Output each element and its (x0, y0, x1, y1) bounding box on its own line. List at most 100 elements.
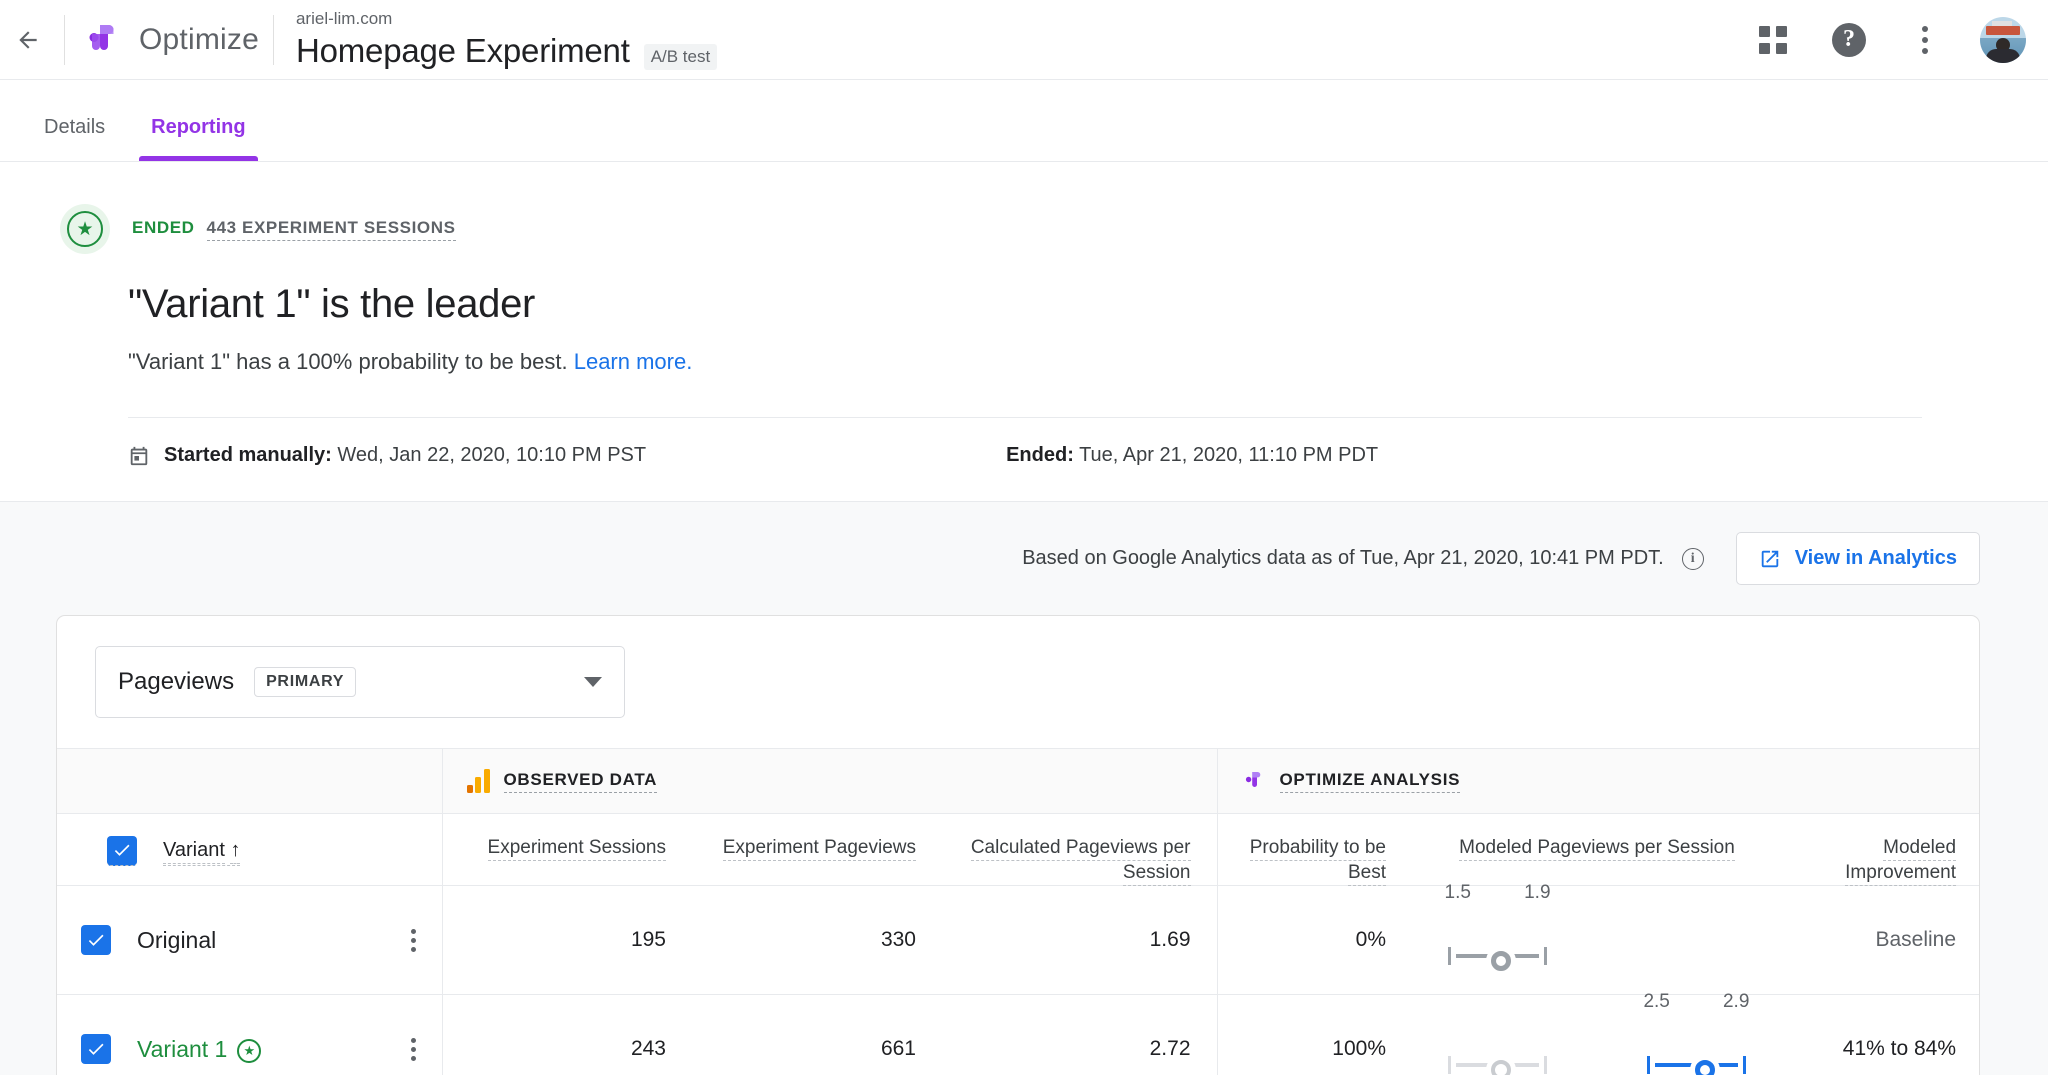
confidence-interval-chart: 2.5 2.9 (1643, 991, 1749, 1075)
row-more-vert-icon[interactable] (403, 1030, 424, 1069)
row-more-vert-icon[interactable] (403, 921, 424, 960)
cell-modeled-interval: 1.5 1.9 (1412, 882, 1782, 995)
ci-cap-right (1544, 1056, 1548, 1075)
report-section: Based on Google Analytics data as of Tue… (0, 502, 2048, 1075)
ended-value: Tue, Apr 21, 2020, 11:10 PM PDT (1079, 444, 1379, 466)
col-probability-best[interactable]: Probability to be Best (1216, 813, 1412, 886)
tab-details[interactable]: Details (32, 116, 117, 161)
col-modeled-improvement[interactable]: Modeled Improvement (1782, 814, 1979, 886)
status-badge: ENDED (132, 217, 195, 237)
col-experiment-pageviews[interactable]: Experiment Pageviews (692, 814, 942, 886)
open-in-new-icon (1761, 550, 1778, 567)
status-row: ★ ENDED 443 EXPERIMENT SESSIONS (60, 204, 1922, 254)
primary-badge: PRIMARY (254, 667, 357, 697)
row-checkbox[interactable] (81, 1034, 111, 1065)
cell-probability-best: 100% (1216, 994, 1412, 1075)
cell-calculated-pvps: 1.69 (942, 885, 1217, 995)
report-actions: Based on Google Analytics data as of Tue… (0, 502, 2048, 585)
header-divider-1 (64, 14, 65, 65)
site-url: ariel-lim.com (295, 9, 393, 29)
cell-modeled-improvement: 41% to 84% (1782, 994, 1979, 1075)
cell-experiment-sessions: 195 (441, 885, 692, 995)
cell-experiment-sessions: 243 (441, 994, 692, 1075)
ci-cap-left (1646, 1056, 1650, 1075)
metric-select[interactable]: Pageviews PRIMARY (95, 646, 625, 718)
metric-bar: Pageviews PRIMARY (57, 616, 1979, 748)
select-all-checkbox[interactable] (107, 836, 137, 866)
experiment-title-block: ariel-lim.com Homepage Experiment A/B te… (295, 9, 718, 70)
metric-name: Pageviews (118, 668, 235, 695)
ci-high-label: 1.9 (1524, 882, 1551, 904)
ci-low-label: 1.5 (1444, 882, 1471, 904)
more-vert-icon (1922, 25, 1928, 54)
view-in-analytics-label: View in Analytics (1794, 547, 1957, 569)
ended-date: Ended: Tue, Apr 21, 2020, 11:10 PM PDT (1006, 444, 1378, 467)
header-actions: ? (1752, 16, 2048, 63)
cell-calculated-pvps: 2.72 (942, 994, 1217, 1075)
col-variant-label: Variant ↑ (163, 837, 241, 866)
row-name-cell: Variant 1 ★ (57, 994, 442, 1075)
leader-headline: "Variant 1" is the leader (128, 282, 536, 326)
variant-name: Variant 1 ★ (137, 1036, 262, 1063)
learn-more-link[interactable]: Learn more. (574, 349, 693, 374)
col-variant[interactable]: Variant ↑ (57, 814, 442, 886)
confidence-interval-chart: 1.5 1.9 (1445, 882, 1551, 977)
table-group-row: OBSERVED DATA OPTIMIZE ANALYSIS (57, 748, 1979, 814)
row-checkbox[interactable] (81, 925, 111, 956)
ended-label: Ended: (1006, 444, 1074, 466)
apps-button[interactable] (1752, 19, 1794, 61)
group-observed-data: OBSERVED DATA (441, 748, 1217, 814)
help-icon: ? (1832, 22, 1866, 57)
brand-name: Optimize (139, 22, 259, 56)
more-options-button[interactable] (1904, 19, 1946, 61)
optimize-logo-icon (1245, 772, 1260, 787)
help-button[interactable]: ? (1828, 19, 1870, 61)
results-card: Pageviews PRIMARY OBSERVED DATA OPTIMIZE… (56, 615, 1980, 1075)
col-experiment-sessions[interactable]: Experiment Sessions (441, 813, 692, 886)
info-icon[interactable]: i (1681, 547, 1704, 570)
optimize-logo-icon (89, 24, 114, 50)
avatar-detail-2 (1986, 25, 2020, 35)
started-date: Started manually: Wed, Jan 22, 2020, 10:… (128, 444, 646, 467)
row-name-cell: Original (57, 885, 442, 995)
experiment-sessions-label[interactable]: 443 EXPERIMENT SESSIONS (206, 218, 456, 241)
table-row: Original 195 330 1.69 0% 1.5 1.9 Baselin… (57, 882, 1979, 995)
data-source-note: Based on Google Analytics data as of Tue… (1022, 547, 1664, 569)
date-row: Started manually: Wed, Jan 22, 2020, 10:… (128, 418, 1922, 501)
ci-cap-left (1447, 1056, 1451, 1075)
sort-ascending-icon: ↑ (230, 838, 241, 864)
star-ring: ★ (67, 211, 103, 247)
col-calculated-pvps[interactable]: Calculated Pageviews per Session (942, 814, 1217, 886)
group-analysis-label[interactable]: OPTIMIZE ANALYSIS (1279, 770, 1461, 793)
chevron-down-icon (584, 677, 602, 687)
leader-subline: "Variant 1" has a 100% probability to be… (128, 349, 1922, 375)
cell-modeled-improvement: Baseline (1782, 885, 1979, 995)
ci-high-label: 2.9 (1722, 991, 1750, 1013)
star-badge-icon: ★ (237, 1038, 262, 1063)
group-optimize-analysis: OPTIMIZE ANALYSIS (1216, 748, 1979, 814)
brand-block[interactable]: Optimize (83, 20, 259, 60)
ci-cap-right (1743, 1056, 1747, 1075)
page-title: Homepage Experiment (295, 31, 630, 69)
calendar-icon (128, 445, 150, 467)
apps-grid-icon (1759, 25, 1787, 54)
experiment-summary: ★ ENDED 443 EXPERIMENT SESSIONS "Variant… (0, 162, 2048, 502)
leader-subline-text: "Variant 1" has a 100% probability to be… (128, 349, 568, 374)
ci-cap-right (1544, 947, 1548, 966)
cell-modeled-interval: 2.5 2.9 (1412, 991, 1782, 1075)
google-analytics-icon (466, 769, 490, 793)
tab-bar: Details Reporting (0, 80, 2048, 162)
ci-mean-dot (1690, 1055, 1721, 1075)
arrow-left-icon (19, 30, 37, 49)
started-value: Wed, Jan 22, 2020, 10:10 PM PST (337, 444, 647, 466)
ci-mean-dot (1485, 946, 1516, 977)
group-observed-label[interactable]: OBSERVED DATA (503, 770, 658, 793)
avatar[interactable] (1980, 16, 2026, 63)
view-in-analytics-button[interactable]: View in Analytics (1735, 532, 1980, 585)
col-modeled-pvps[interactable]: Modeled Pageviews per Session (1412, 814, 1782, 886)
tab-reporting[interactable]: Reporting (139, 116, 259, 161)
experiment-type-badge: A/B test (643, 43, 718, 70)
back-button[interactable] (6, 18, 50, 62)
table-header-row: Variant ↑ Experiment Sessions Experiment… (57, 813, 1979, 886)
app-header: Optimize ariel-lim.com Homepage Experime… (0, 0, 2048, 80)
